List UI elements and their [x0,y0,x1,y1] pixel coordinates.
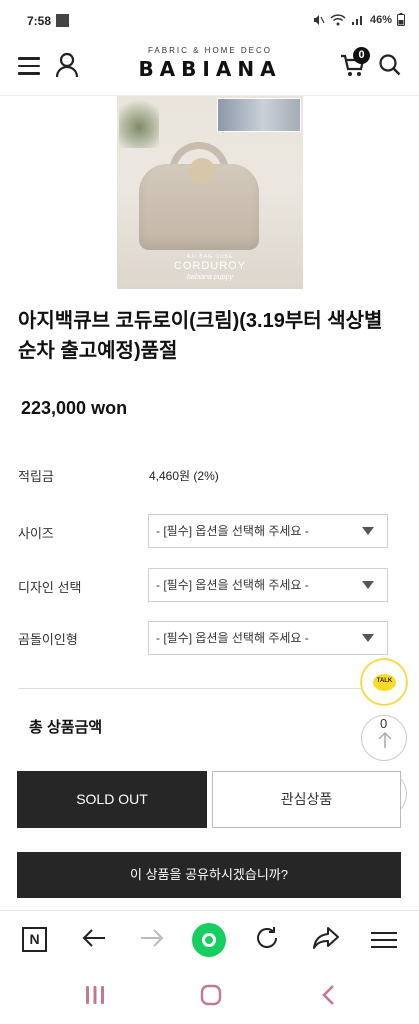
bear-doll-label: 곰돌이인형 [18,632,78,647]
teddy-bear [189,158,215,184]
back-icon[interactable] [81,925,107,951]
home-icon[interactable] [200,984,222,1006]
product-image[interactable]: AJI BAG CUBE CORDUROY babiana puppy [117,96,303,289]
signal-icon [351,15,362,25]
size-select-value: - [필수] 옵션을 선택해 주세요 - [156,524,309,538]
notification-icon [56,14,69,27]
site-header: FABRIC & HOME DECO BABIANA 0 [0,44,419,96]
size-label: 사이즈 [18,526,54,541]
system-navigation-bar [0,968,419,1024]
user-icon[interactable] [55,52,79,78]
logo-subtitle: FABRIC & HOME DECO [147,46,272,55]
image-caption: CORDUROY [173,260,247,272]
status-bar: 7:58 46% [0,0,419,40]
logo-title: BABIANA [138,57,282,81]
back-nav-icon[interactable] [318,984,340,1006]
share-button[interactable]: 이 상품을 공유하시겠습니까? [17,852,401,898]
battery-text: 46% [369,13,392,26]
kakao-talk-button[interactable]: TALK [361,659,407,705]
chevron-down-icon [362,634,374,642]
product-title: 아지백큐브 코듀로이(크림)(3.19부터 색상별 순차 출고예정)품절 [18,310,383,362]
share-icon[interactable] [312,925,340,951]
menu-icon[interactable] [370,931,398,949]
status-time: 7:58 [27,14,52,28]
design-select-value: - [필수] 옵션을 선택해 주세요 - [156,578,309,592]
inset-photo [217,98,301,132]
divider [18,688,401,689]
wishlist-button[interactable]: 관심상품 [212,771,401,828]
battery-icon [397,13,405,26]
recent-apps-icon[interactable] [84,984,106,1006]
points-label: 적립금 [18,469,54,484]
design-select[interactable]: - [필수] 옵션을 선택해 주세요 - [148,568,388,602]
refresh-icon[interactable] [254,925,280,951]
bear-doll-select[interactable]: - [필수] 옵션을 선택해 주세요 - [148,621,388,655]
hamburger-menu-icon[interactable] [18,57,40,75]
naver-home-icon[interactable] [192,923,226,957]
status-icons: 46% [313,13,405,26]
total-price-label: 총 상품금액 [29,719,103,736]
size-select[interactable]: - [필수] 옵션을 선택해 주세요 - [148,514,388,548]
brand-logo[interactable]: FABRIC & HOME DECO BABIANA [117,46,303,81]
chevron-down-icon [362,581,374,589]
design-label: 디자인 선택 [18,580,82,595]
chevron-down-icon [362,527,374,535]
arrow-up-icon [378,731,392,748]
plant-decoration [119,96,159,148]
wifi-icon [330,13,346,25]
talk-label: TALK [376,678,393,684]
image-caption-script: babiana puppy [187,274,233,281]
sold-out-button[interactable]: SOLD OUT [17,771,207,828]
browser-toolbar: N [0,910,419,968]
naver-icon[interactable]: N [22,927,47,952]
points-value: 4,460원 (2%) [149,469,219,483]
talk-bubble-icon: TALK [373,674,396,691]
search-icon[interactable] [378,53,402,77]
cart-count-badge: 0 [353,47,370,64]
product-price: 223,000 won [21,398,128,418]
forward-icon[interactable] [139,925,165,951]
mute-icon [313,14,325,25]
bear-doll-select-value: - [필수] 옵션을 선택해 주세요 - [156,631,309,645]
floating-count: 0 [380,716,388,731]
